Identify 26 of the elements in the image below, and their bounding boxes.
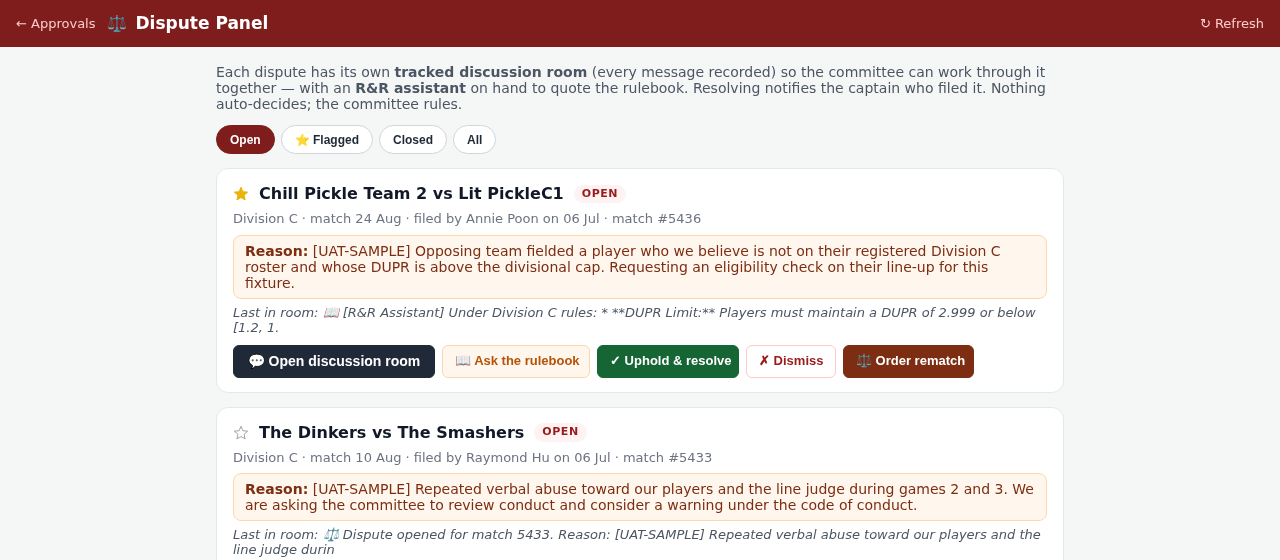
open-room-button[interactable]: 💬 Open discussion room xyxy=(233,344,435,378)
filter-tab[interactable]: Open xyxy=(216,125,275,154)
last-message: Last in room: 📖 [R&R Assistant] Under Division C rules: * **DUPR Limit:** Players must maintain a DUPR of 2.999 or below [1.2, 1. xyxy=(233,304,1037,335)
filter-tab[interactable]: All xyxy=(453,125,497,154)
status-badge: OPEN xyxy=(573,184,627,204)
status-badge: OPEN xyxy=(534,423,587,442)
reason-box: Reason: [UAT-SAMPLE] Opposing team fielded a player who we believe is not on their registered Division C roster and whose DUPR is above the divisional cap. Requesting an eligibility check on their line-up for this fixture. xyxy=(233,234,1047,299)
filter-tab[interactable]: Closed xyxy=(379,125,448,154)
star-icon[interactable] xyxy=(233,186,249,202)
dispute-title: Chill Pickle Team 2 vs Lit PickleC1 xyxy=(259,183,564,205)
uphold-button[interactable]: ✓ Uphold & resolve xyxy=(597,344,739,378)
reason-box: Reason: [UAT-SAMPLE] Repeated verbal abuse toward our players and the line judge during games 2 and 3. We are asking the committee to review conduct and consider a warning under the code of conduct. xyxy=(233,473,1047,521)
dispute-title: The Dinkers vs The Smashers xyxy=(259,421,525,444)
rematch-button[interactable]: ⚖ Order rematch xyxy=(843,344,974,378)
rulebook-button[interactable]: 📖 Ask the rulebook xyxy=(442,344,590,378)
last-message: Last in room: ⚖ Dispute opened for match 5433. Reason: [UAT-SAMPLE] Repeated verbal abuse toward our players and the line judge durin xyxy=(233,527,1042,557)
dispute-meta: Division C · match 24 Aug · filed by Annie Poon on 06 Jul · match #5436 xyxy=(233,210,703,228)
scales-icon: ⚖ xyxy=(107,11,128,36)
refresh-button[interactable]: ↻ Refresh xyxy=(1199,13,1264,34)
star-icon[interactable] xyxy=(233,424,249,441)
intro-text: Each dispute has its own tracked discussion room (every message recorded) so the committee can work through it together — with an R&R assistant on hand to quote the rulebook. Resolving notifies the captain who filed it. Nothing auto-decides; the committee rules. xyxy=(216,64,1047,112)
filter-tab[interactable]: ⭐ Flagged xyxy=(280,125,373,154)
back-link[interactable]: ← Approvals xyxy=(16,13,96,34)
page-title: Dispute Panel xyxy=(135,11,269,35)
dispute-meta: Division C · match 10 Aug · filed by Raymond Hu on 06 Jul · match #5433 xyxy=(233,448,714,467)
dismiss-button[interactable]: ✗ Dismiss xyxy=(746,344,836,378)
